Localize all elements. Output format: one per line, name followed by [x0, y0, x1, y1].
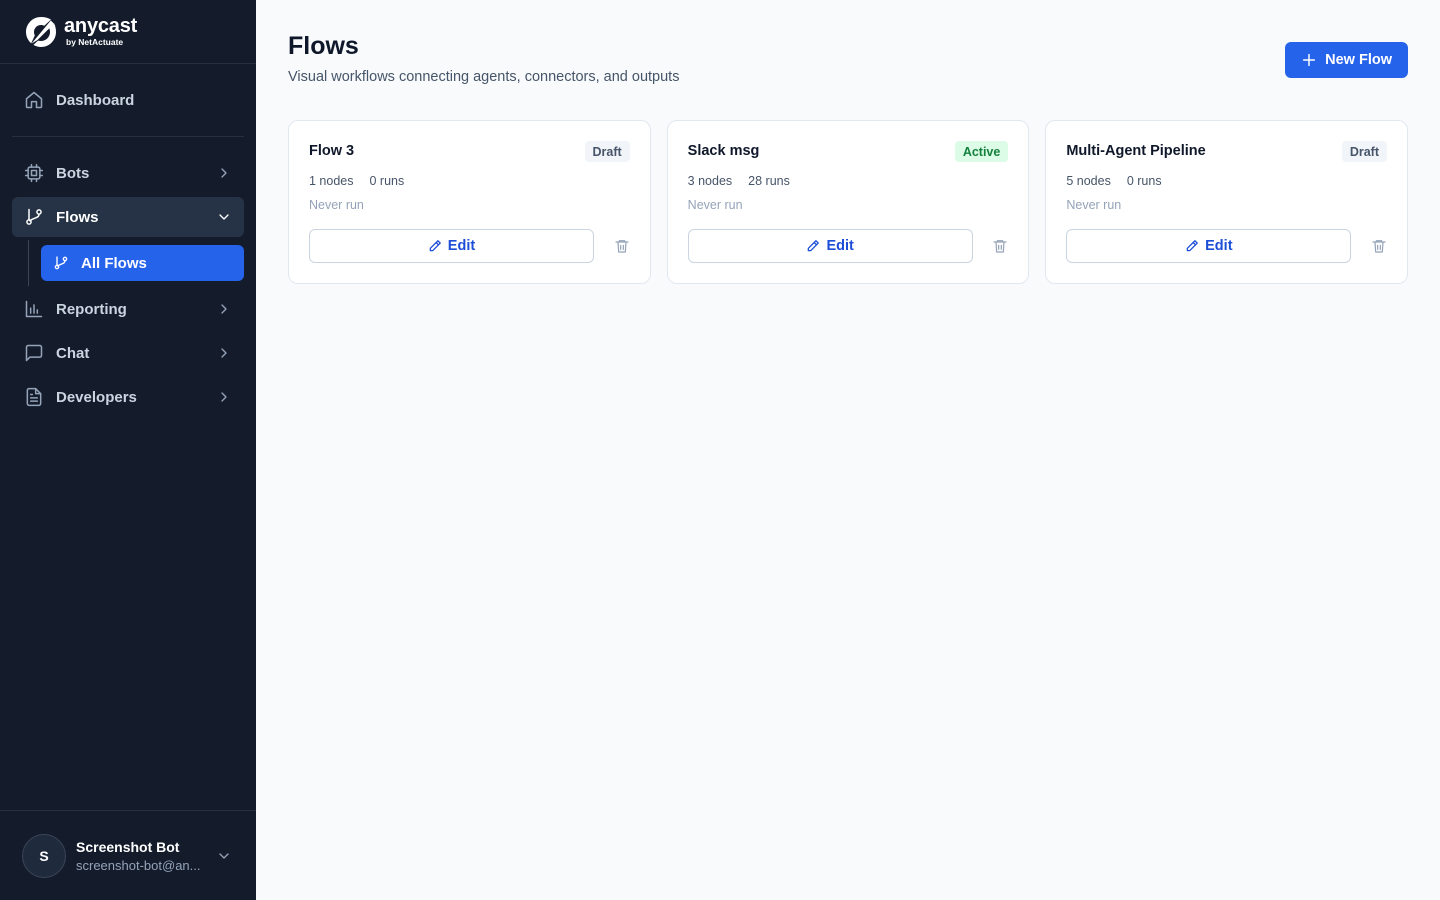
status-badge: Draft	[584, 141, 630, 162]
flow-card: Multi-Agent Pipeline Draft 5 nodes 0 run…	[1045, 120, 1409, 284]
chip-icon	[24, 163, 44, 183]
git-branch-icon	[24, 207, 44, 227]
page-subtitle: Visual workflows connecting agents, conn…	[288, 69, 680, 85]
sidebar-item-label: Dashboard	[56, 91, 135, 109]
sidebar-item-bots[interactable]: Bots	[12, 153, 244, 193]
node-count: 5 nodes	[1066, 174, 1111, 188]
edit-button[interactable]: Edit	[687, 229, 973, 263]
sidebar-item-chat[interactable]: Chat	[12, 333, 244, 373]
chevron-right-icon	[221, 348, 227, 358]
sidebar-subitem-all-flows[interactable]: All Flows	[41, 245, 244, 281]
node-count: 1 nodes	[309, 174, 354, 188]
edit-button[interactable]: Edit	[309, 229, 594, 263]
bar-chart-icon	[24, 299, 44, 319]
status-badge: Draft	[1341, 141, 1388, 162]
pencil-icon	[428, 239, 442, 253]
flow-card: Slack msg Active 3 nodes 28 runs Never r…	[666, 120, 1030, 284]
avatar: S	[22, 833, 66, 878]
user-menu[interactable]: S Screenshot Bot screenshot-bot@an...	[0, 810, 256, 900]
page-title: Flows	[288, 32, 359, 60]
message-square-icon	[24, 343, 44, 363]
brand-logo[interactable]: anycast by NetActuate	[0, 0, 256, 64]
chevron-right-icon	[221, 168, 227, 178]
delete-trash-icon[interactable]	[992, 238, 1008, 254]
sidebar-item-flows[interactable]: Flows	[12, 197, 244, 237]
node-count: 3 nodes	[687, 174, 733, 188]
nav-divider	[12, 136, 244, 137]
sidebar-item-label: Flows	[56, 208, 99, 226]
anycast-logo-icon	[26, 16, 56, 47]
delete-trash-icon[interactable]	[1371, 238, 1387, 254]
file-text-icon	[24, 387, 44, 407]
flow-title: Flow 3	[309, 143, 355, 159]
user-name: Screenshot Bot	[76, 838, 180, 855]
run-count: 28 runs	[748, 174, 790, 188]
flow-card: Flow 3 Draft 1 nodes 0 runs Never run Ed…	[288, 120, 651, 284]
sidebar-item-reporting[interactable]: Reporting	[12, 289, 244, 329]
chevron-down-icon	[219, 214, 229, 220]
last-run: Never run	[1066, 198, 1122, 212]
run-count: 0 runs	[369, 174, 405, 188]
last-run: Never run	[687, 198, 743, 212]
delete-trash-icon[interactable]	[614, 238, 630, 254]
main-content: Flows Visual workflows connecting agents…	[256, 0, 1440, 900]
chevron-right-icon	[221, 392, 227, 402]
home-icon	[24, 90, 44, 110]
sidebar-item-label: Chat	[56, 344, 90, 362]
sidebar-item-dashboard[interactable]: Dashboard	[12, 80, 244, 120]
edit-label: Edit	[826, 238, 854, 254]
sidebar-subitem-label: All Flows	[81, 254, 147, 272]
sidebar-item-label: Bots	[56, 164, 90, 182]
user-email: screenshot-bot@an...	[76, 857, 201, 873]
subtree-line	[28, 240, 29, 286]
new-flow-label: New Flow	[1325, 52, 1392, 68]
chevron-right-icon	[221, 304, 227, 314]
brand-name: anycast	[64, 15, 138, 38]
sidebar-item-developers[interactable]: Developers	[12, 377, 244, 417]
flow-title: Multi-Agent Pipeline	[1066, 143, 1206, 159]
flow-card-list: Flow 3 Draft 1 nodes 0 runs Never run Ed…	[288, 120, 1409, 284]
edit-label: Edit	[447, 238, 476, 254]
sidebar-item-label: Reporting	[56, 300, 127, 318]
pencil-icon	[1185, 239, 1199, 253]
edit-label: Edit	[1205, 238, 1233, 254]
pencil-icon	[806, 239, 820, 253]
run-count: 0 runs	[1126, 174, 1162, 188]
edit-button[interactable]: Edit	[1066, 229, 1352, 263]
sidebar: anycast by NetActuate Dashboard Bots Flo…	[0, 0, 256, 900]
chevron-down-icon	[219, 853, 229, 859]
plus-icon	[1301, 52, 1317, 68]
new-flow-button[interactable]: New Flow	[1285, 42, 1408, 78]
brand-tagline: by NetActuate	[66, 37, 124, 48]
git-branch-icon	[53, 255, 69, 271]
last-run: Never run	[309, 198, 364, 212]
flow-title: Slack msg	[687, 143, 760, 159]
status-badge: Active	[954, 141, 1009, 162]
sidebar-item-label: Developers	[56, 388, 137, 406]
